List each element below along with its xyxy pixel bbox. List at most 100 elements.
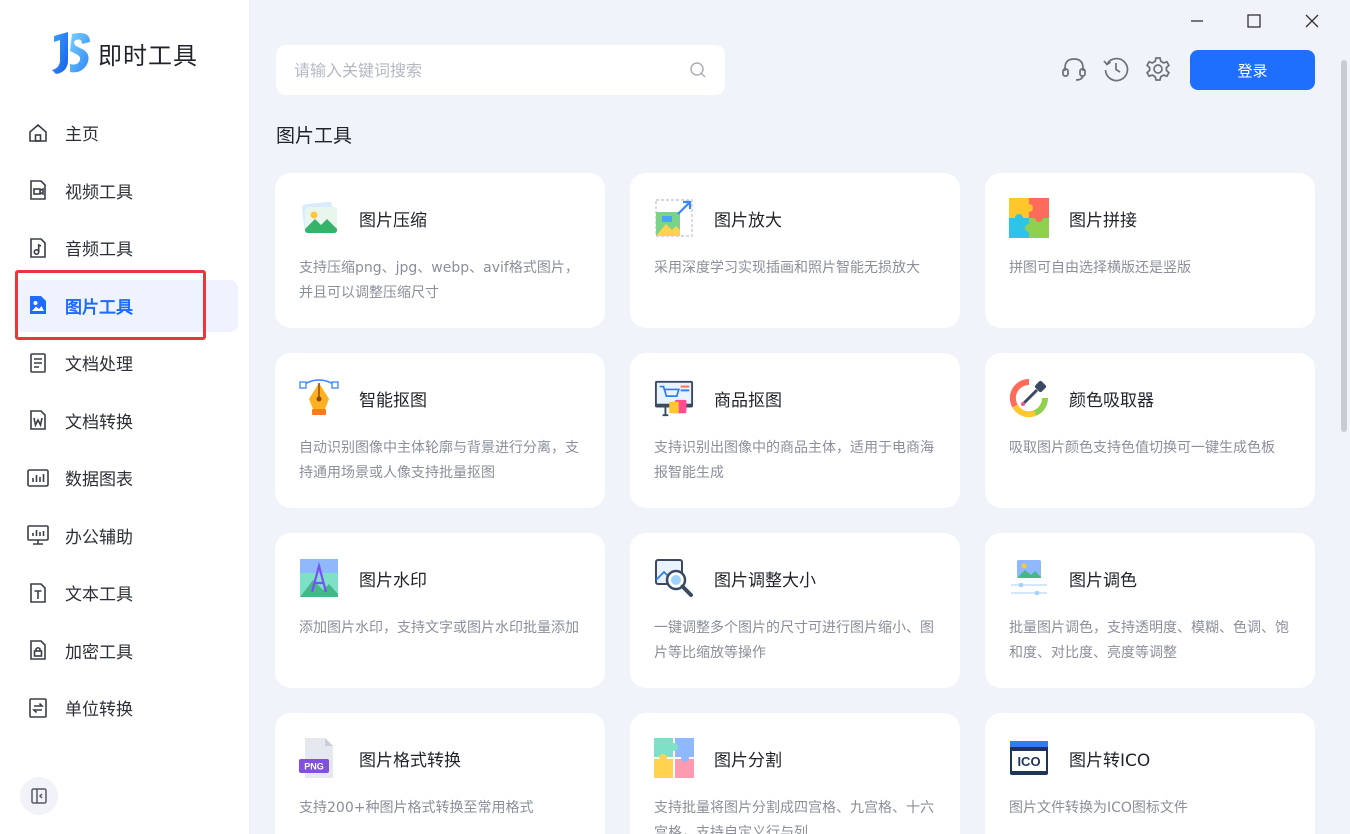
sidebar: 即时工具 主页 视频工具 音频工具 图片工具 文档处理 文档转换 数据图表 办公… <box>0 0 250 834</box>
sidebar-item-image[interactable]: 图片工具 <box>0 277 250 335</box>
sidebar-item-label: 文本工具 <box>65 585 133 606</box>
maximize-button[interactable] <box>1239 10 1269 32</box>
minimize-button[interactable] <box>1182 10 1212 32</box>
sidebar-item-encrypt[interactable]: 加密工具 <box>0 622 250 680</box>
sidebar-item-label: 主页 <box>65 125 99 146</box>
tool-card-resize[interactable]: 图片调整大小 一键调整多个图片的尺寸可进行图片缩小、图片等比缩放等操作 <box>630 533 960 688</box>
card-description: 采用深度学习实现插画和照片智能无损放大 <box>654 260 920 276</box>
sidebar-collapse-icon <box>31 788 47 804</box>
tool-grid: 图片压缩 支持压缩png、jpg、webp、avif格式图片，并且可以调整压缩尺… <box>275 173 1315 834</box>
sidebar-item-chart[interactable]: 数据图表 <box>0 449 250 507</box>
tool-card-watermark[interactable]: 图片水印 添加图片水印，支持文字或图片水印批量添加 <box>275 533 605 688</box>
card-title: 颜色吸取器 <box>1069 390 1154 411</box>
tool-card-color-picker[interactable]: 颜色吸取器 吸取图片颜色支持色值切换可一键生成色板 <box>985 353 1315 508</box>
sidebar-item-document[interactable]: 文档处理 <box>0 334 250 392</box>
sidebar-item-label: 文档转换 <box>65 412 133 433</box>
tool-card-stitch[interactable]: 图片拼接 拼图可自由选择横版还是竖版 <box>985 173 1315 328</box>
sidebar-item-label: 单位转换 <box>65 700 133 721</box>
section-title: 图片工具 <box>276 125 353 147</box>
tool-card-to-ico[interactable]: ICO 图片转ICO 图片文件转换为ICO图标文件 <box>985 713 1315 834</box>
card-title: 图片水印 <box>359 570 427 591</box>
sidebar-item-office[interactable]: 办公辅助 <box>0 507 250 565</box>
logo-icon <box>52 32 90 74</box>
header-actions <box>1060 55 1172 83</box>
card-description: 支持批量将图片分割成四宫格、九宫格、十六宫格，支持自定义行与列 <box>654 800 934 834</box>
card-title: 智能抠图 <box>359 390 427 411</box>
card-description: 拼图可自由选择横版还是竖版 <box>1009 260 1191 276</box>
search-input[interactable] <box>294 60 689 80</box>
ico-badge-text: ICO <box>1017 754 1040 769</box>
search-bar <box>276 45 725 95</box>
app-name: 即时工具 <box>98 41 198 70</box>
tool-card-format-convert[interactable]: PNG 图片格式转换 支持200+种图片格式转换至常用格式 <box>275 713 605 834</box>
card-title: 图片拼接 <box>1069 210 1137 231</box>
card-description: 添加图片水印，支持文字或图片水印批量添加 <box>299 620 579 636</box>
color-picker-icon <box>1009 377 1049 419</box>
card-title: 图片转ICO <box>1069 750 1151 771</box>
card-title: 图片压缩 <box>359 210 427 231</box>
card-description: 批量图片调色，支持透明度、模糊、色调、饱和度、对比度、亮度等调整 <box>1009 620 1289 661</box>
sidebar-item-video[interactable]: 视频工具 <box>0 162 250 220</box>
settings-gear-icon[interactable] <box>1144 55 1172 83</box>
tool-card-cutout[interactable]: 智能抠图 自动识别图像中主体轮廓与背景进行分离，支持通用场景或人像支持批量抠图 <box>275 353 605 508</box>
card-title: 图片格式转换 <box>359 750 461 771</box>
card-title: 图片分割 <box>714 750 782 771</box>
collapse-sidebar-button[interactable] <box>20 777 58 815</box>
scrollbar-thumb[interactable] <box>1341 60 1347 432</box>
video-icon <box>26 178 50 202</box>
monitor-icon <box>26 523 50 547</box>
card-title: 图片调色 <box>1069 570 1137 591</box>
adjust-sliders-icon <box>1009 557 1049 599</box>
sidebar-item-label: 音频工具 <box>65 240 133 261</box>
shopping-cart-icon <box>654 377 694 419</box>
enlarge-image-icon <box>654 197 694 239</box>
close-button[interactable] <box>1297 10 1327 32</box>
chart-icon <box>26 466 50 490</box>
sidebar-item-label: 数据图表 <box>65 470 133 491</box>
tool-card-product-cutout[interactable]: 商品抠图 支持识别出图像中的商品主体，适用于电商海报智能生成 <box>630 353 960 508</box>
pen-tool-icon <box>299 377 339 419</box>
sidebar-item-unit[interactable]: 单位转换 <box>0 679 250 737</box>
png-file-icon: PNG <box>299 737 339 779</box>
lock-file-icon <box>26 638 50 662</box>
login-button[interactable]: 登录 <box>1190 50 1315 90</box>
sidebar-item-label: 图片工具 <box>65 297 133 318</box>
tool-card-color-adjust[interactable]: 图片调色 批量图片调色，支持透明度、模糊、色调、饱和度、对比度、亮度等调整 <box>985 533 1315 688</box>
card-description: 支持识别出图像中的商品主体，适用于电商海报智能生成 <box>654 440 934 481</box>
home-icon <box>26 121 50 145</box>
watermark-icon <box>299 557 339 599</box>
sidebar-item-label: 办公辅助 <box>65 527 133 548</box>
convert-icon <box>26 696 50 720</box>
card-title: 图片调整大小 <box>714 570 816 591</box>
tool-card-split[interactable]: 图片分割 支持批量将图片分割成四宫格、九宫格、十六宫格，支持自定义行与列 <box>630 713 960 834</box>
sidebar-item-doc-convert[interactable]: 文档转换 <box>0 392 250 450</box>
card-description: 支持压缩png、jpg、webp、avif格式图片，并且可以调整压缩尺寸 <box>299 260 579 301</box>
card-description: 支持200+种图片格式转换至常用格式 <box>299 800 534 816</box>
sidebar-item-label: 视频工具 <box>65 182 133 203</box>
card-title: 商品抠图 <box>714 390 782 411</box>
resize-magnifier-icon <box>654 557 694 599</box>
ico-icon: ICO <box>1009 737 1049 779</box>
headset-support-icon[interactable] <box>1060 55 1088 83</box>
card-title: 图片放大 <box>714 210 782 231</box>
maximize-icon <box>1247 14 1261 28</box>
sidebar-item-label: 加密工具 <box>65 642 133 663</box>
landscape-image-icon <box>299 197 339 239</box>
search-icon[interactable] <box>689 61 707 79</box>
tool-card-compress[interactable]: 图片压缩 支持压缩png、jpg、webp、avif格式图片，并且可以调整压缩尺… <box>275 173 605 328</box>
sidebar-item-home[interactable]: 主页 <box>0 104 250 162</box>
history-icon[interactable] <box>1102 55 1130 83</box>
card-description: 自动识别图像中主体轮廓与背景进行分离，支持通用场景或人像支持批量抠图 <box>299 440 579 481</box>
app-logo: 即时工具 <box>50 30 198 76</box>
card-description: 一键调整多个图片的尺寸可进行图片缩小、图片等比缩放等操作 <box>654 620 934 661</box>
tool-card-enlarge[interactable]: 图片放大 采用深度学习实现插画和照片智能无损放大 <box>630 173 960 328</box>
image-icon <box>26 293 50 317</box>
split-puzzle-icon <box>654 737 694 779</box>
document-icon <box>26 351 50 375</box>
card-description: 吸取图片颜色支持色值切换可一键生成色板 <box>1009 440 1275 456</box>
sidebar-item-text[interactable]: 文本工具 <box>0 564 250 622</box>
word-doc-icon <box>26 408 50 432</box>
sidebar-item-audio[interactable]: 音频工具 <box>0 219 250 277</box>
close-icon <box>1305 14 1319 28</box>
minimize-icon <box>1191 20 1203 22</box>
